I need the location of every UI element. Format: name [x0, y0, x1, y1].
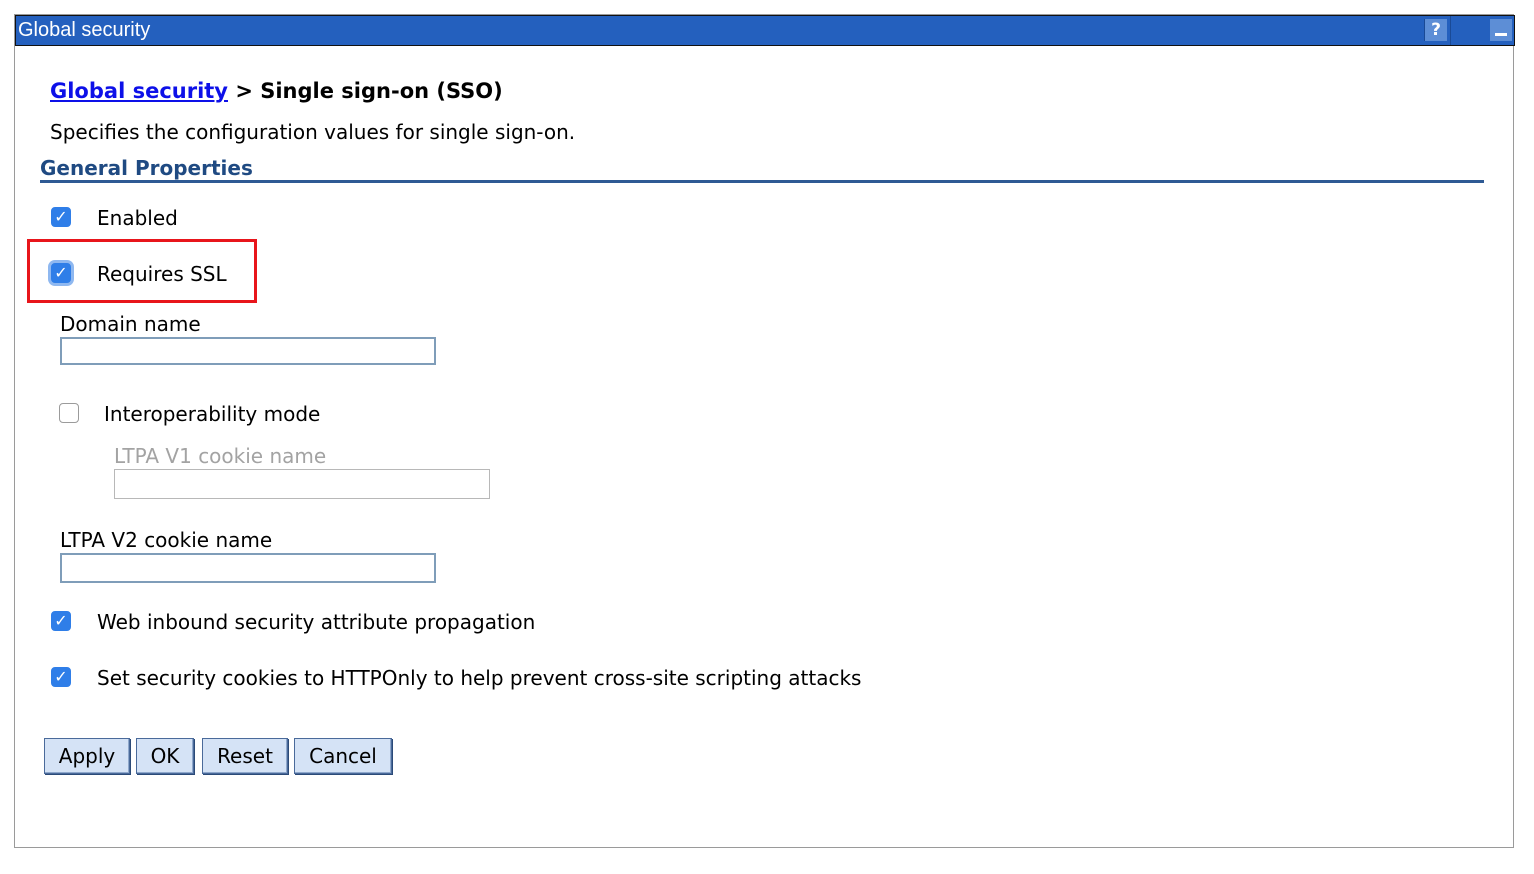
interoperability-mode-checkbox[interactable] [59, 403, 79, 423]
section-divider [40, 180, 1484, 183]
reset-button[interactable]: Reset [202, 738, 288, 774]
titlebar-divider [1450, 16, 1451, 45]
interoperability-mode-label: Interoperability mode [104, 402, 321, 426]
ok-button[interactable]: OK [136, 738, 194, 774]
panel-title: Global security [18, 19, 151, 41]
ltpa-v2-cookie-name-label: LTPA V2 cookie name [60, 528, 273, 552]
http-only-cookies-checkbox[interactable]: ✓ [51, 667, 71, 687]
domain-name-input[interactable] [60, 337, 436, 365]
http-only-cookies-label: Set security cookies to HTTPOnly to help… [97, 666, 862, 690]
enabled-label: Enabled [97, 206, 178, 230]
requires-ssl-label: Requires SSL [97, 262, 227, 286]
page-description: Specifies the configuration values for s… [50, 120, 576, 144]
web-inbound-propagation-checkbox[interactable]: ✓ [51, 611, 71, 631]
breadcrumb-separator: > [235, 79, 253, 103]
apply-button[interactable]: Apply [44, 738, 130, 774]
ltpa-v2-cookie-name-input[interactable] [60, 553, 436, 583]
enabled-checkbox[interactable]: ✓ [51, 207, 71, 227]
domain-name-label: Domain name [60, 312, 201, 336]
panel-titlebar: Global security ? [15, 15, 1515, 46]
web-inbound-propagation-label: Web inbound security attribute propagati… [97, 610, 536, 634]
ltpa-v1-cookie-name-label: LTPA V1 cookie name [114, 444, 327, 468]
breadcrumb-link-global-security[interactable]: Global security [50, 79, 228, 103]
cancel-button[interactable]: Cancel [294, 738, 392, 774]
minimize-icon[interactable] [1490, 19, 1512, 41]
breadcrumb: Global security > Single sign-on (SSO) [50, 79, 503, 103]
section-title-general-properties: General Properties [40, 156, 253, 180]
help-icon[interactable]: ? [1424, 19, 1447, 41]
ltpa-v1-cookie-name-input [114, 469, 490, 499]
requires-ssl-checkbox[interactable]: ✓ [51, 263, 71, 283]
page-title: Single sign-on (SSO) [260, 79, 503, 103]
